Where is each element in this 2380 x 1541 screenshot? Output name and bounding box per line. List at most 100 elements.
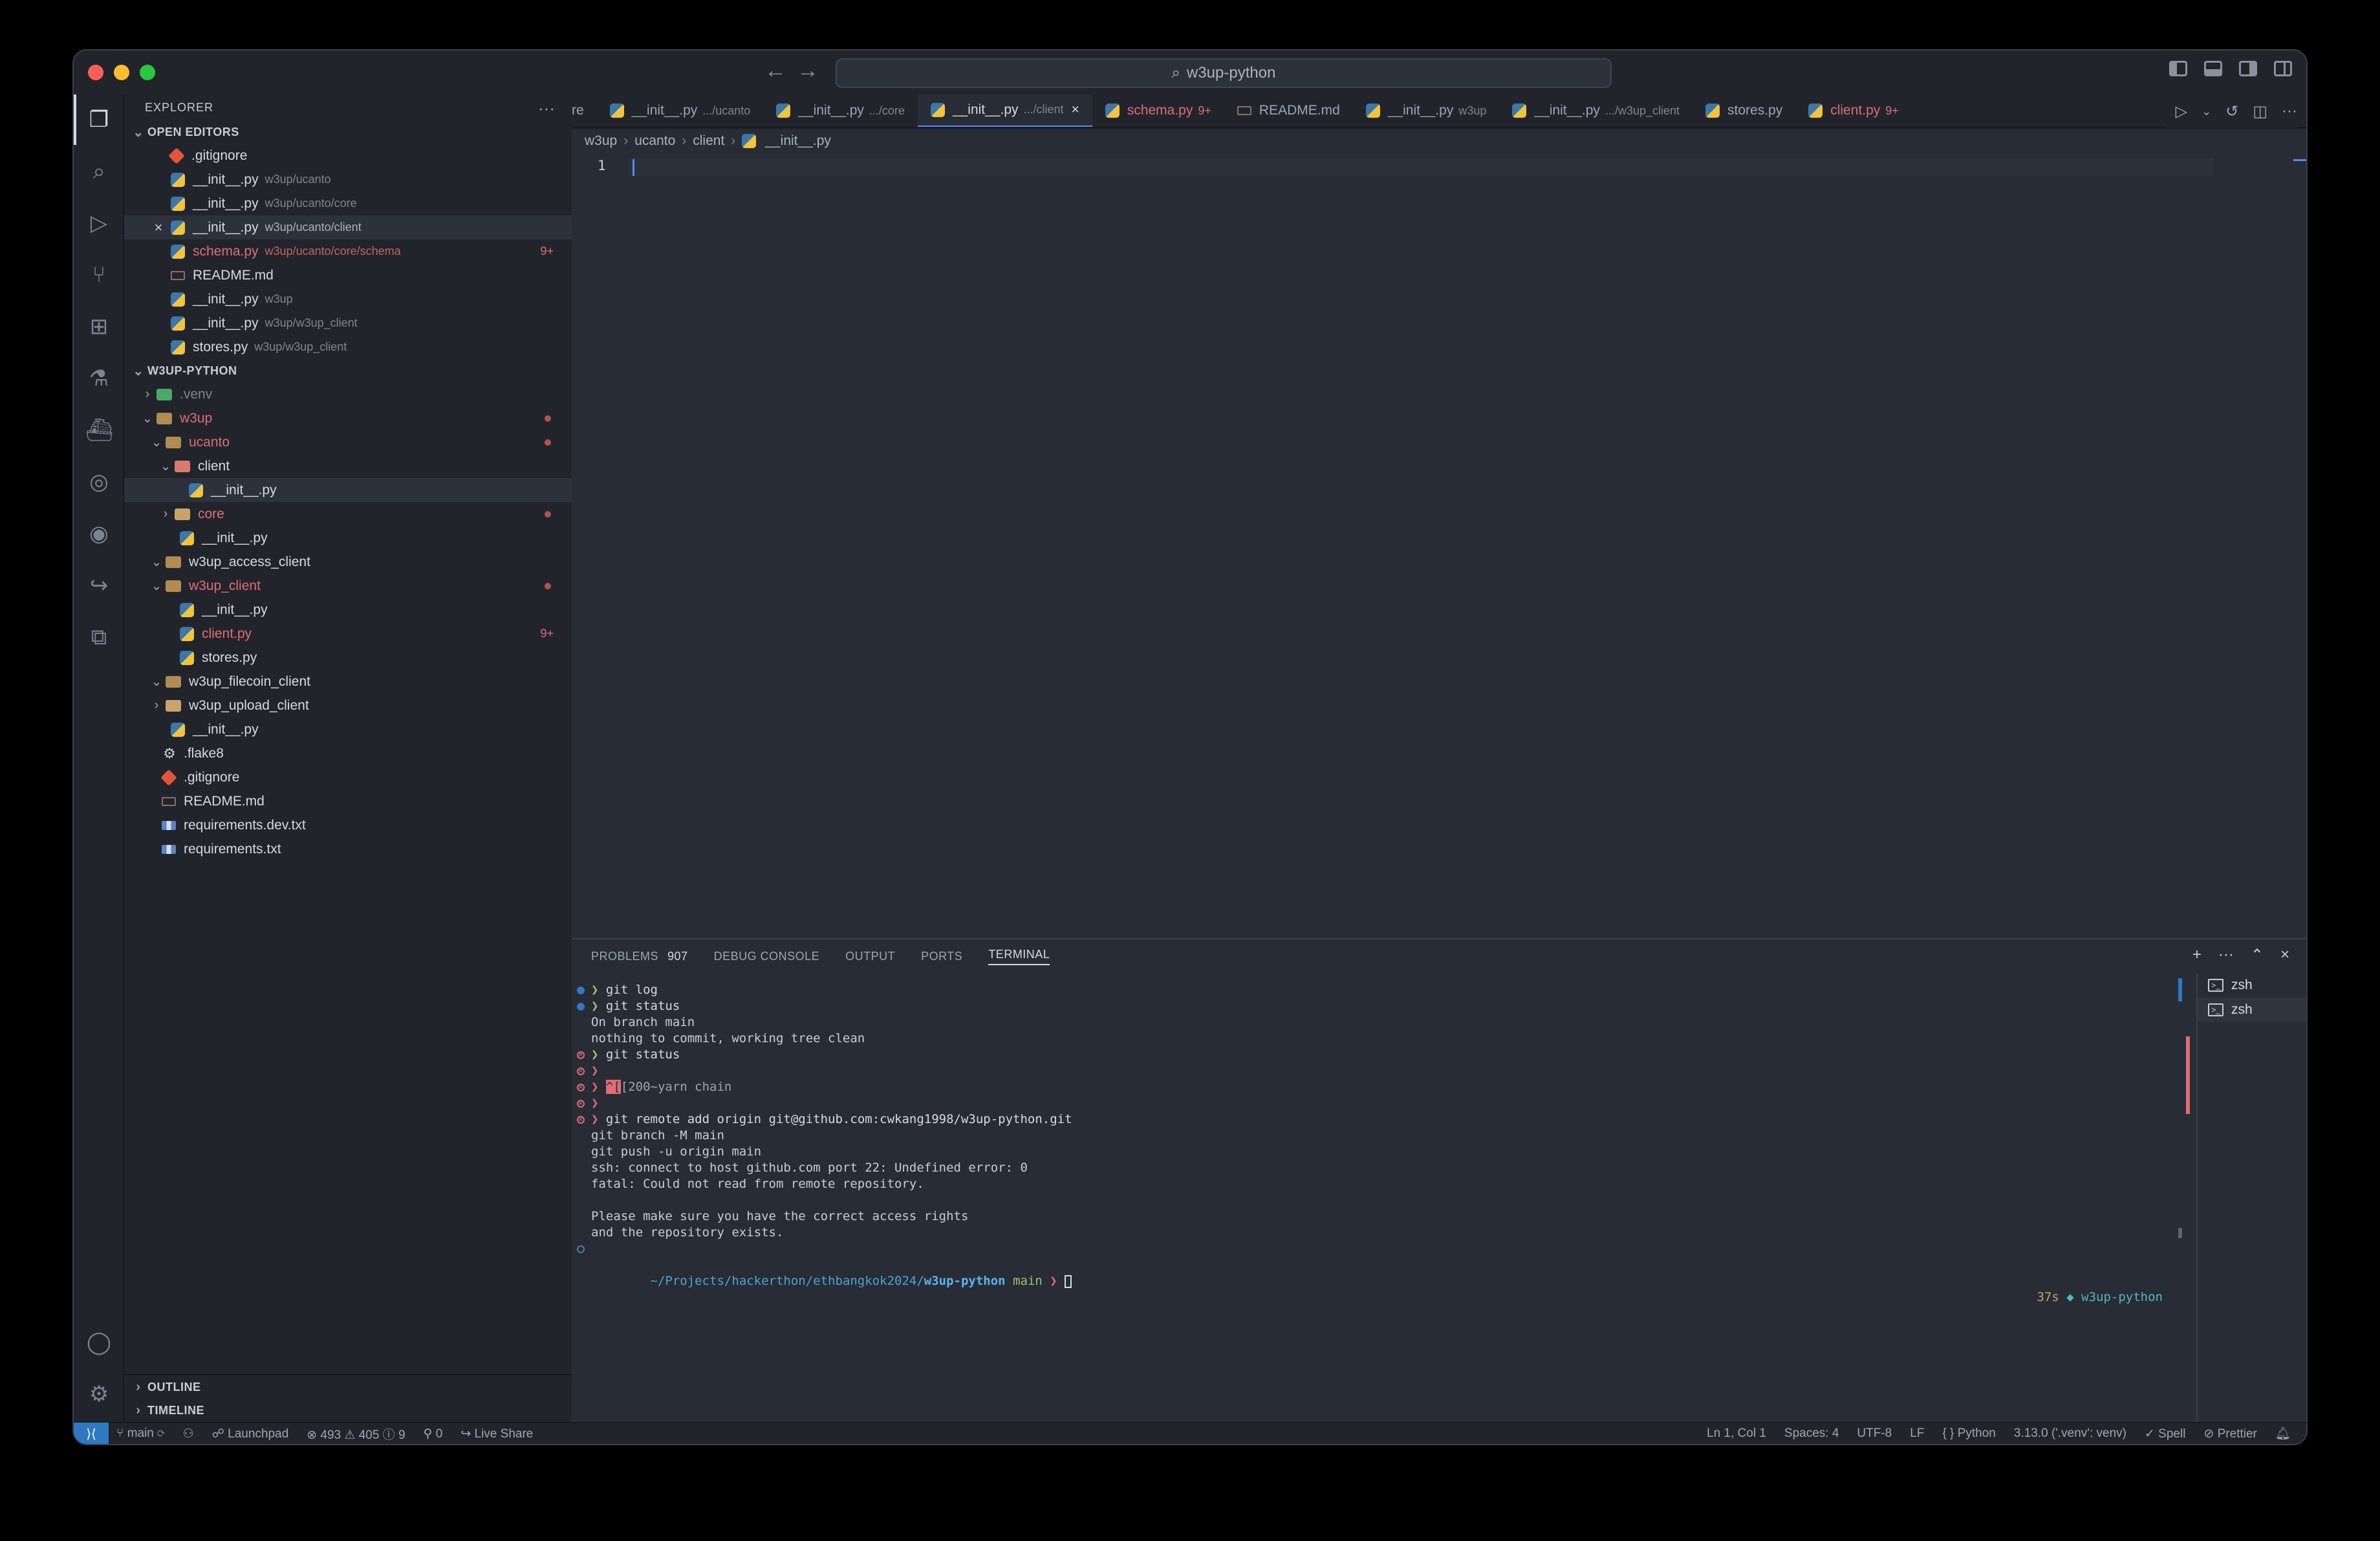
gitlens-icon[interactable]: ◎ bbox=[85, 468, 113, 496]
remote-indicator-icon[interactable]: ⟩⟨ bbox=[74, 1423, 109, 1444]
close-editor-icon[interactable]: × bbox=[150, 219, 167, 236]
git-graph-icon[interactable]: ◉ bbox=[85, 520, 113, 547]
breadcrumb-item[interactable]: ucanto bbox=[634, 133, 675, 149]
terminal-scrollbar[interactable] bbox=[2178, 1228, 2182, 1238]
more-actions-icon[interactable]: ··· bbox=[538, 98, 555, 118]
manage-gear-icon[interactable]: ⚙ bbox=[85, 1381, 113, 1408]
editor-tab-active[interactable]: __init__.py .../client × bbox=[917, 94, 1092, 127]
open-editor-item-active[interactable]: × __init__.py w3up/ucanto/client bbox=[124, 215, 572, 239]
open-editor-item[interactable]: __init__.py w3up bbox=[124, 287, 572, 311]
back-arrow-icon[interactable]: ← bbox=[764, 58, 786, 83]
indentation[interactable]: Spaces: 4 bbox=[1784, 1426, 1839, 1441]
tree-folder-filecoin-client[interactable]: ⌄ w3up_filecoin_client bbox=[124, 670, 572, 694]
close-panel-icon[interactable]: × bbox=[2280, 946, 2289, 965]
outline-header[interactable]: › OUTLINE bbox=[124, 1375, 572, 1399]
spell-status[interactable]: ✓ Spell bbox=[2145, 1426, 2185, 1441]
tree-file-selected[interactable]: __init__.py bbox=[124, 478, 572, 502]
tree-file[interactable]: __init__.py bbox=[124, 598, 572, 622]
tree-folder-ucanto[interactable]: ⌄ ucanto bbox=[124, 430, 572, 454]
tree-folder-client[interactable]: ⌄ client bbox=[124, 454, 572, 478]
tab-output[interactable]: OUTPUT bbox=[845, 950, 895, 963]
tab-debug-console[interactable]: DEBUG CONSOLE bbox=[714, 950, 820, 963]
maximize-panel-icon[interactable]: ⌃ bbox=[2251, 946, 2264, 965]
open-editors-header[interactable]: ⌄ OPEN EDITORS bbox=[124, 120, 572, 144]
notifications-bell-icon[interactable]: 🔔︎ bbox=[2275, 1426, 2291, 1441]
remote-explorer-icon[interactable]: ⧉ bbox=[85, 624, 113, 651]
forward-arrow-icon[interactable]: → bbox=[797, 58, 819, 83]
search-view-icon[interactable]: ⌕ bbox=[85, 158, 113, 185]
open-editor-item[interactable]: __init__.py w3up/w3up_client bbox=[124, 311, 572, 335]
encoding[interactable]: UTF-8 bbox=[1857, 1426, 1892, 1441]
tree-file[interactable]: requirements.dev.txt bbox=[124, 813, 572, 837]
toggle-panel-icon[interactable] bbox=[2204, 61, 2222, 76]
explorer-files-icon[interactable]: ❐ bbox=[85, 106, 113, 133]
toggle-primary-sidebar-icon[interactable] bbox=[2169, 61, 2187, 76]
tab-terminal[interactable]: TERMINAL bbox=[988, 948, 1050, 965]
breadcrumb-item[interactable]: client bbox=[693, 133, 724, 149]
project-header[interactable]: ⌄ W3UP-PYTHON bbox=[124, 359, 572, 382]
editor-tab[interactable]: __init__.py .../w3up_client bbox=[1499, 94, 1693, 127]
open-editor-item[interactable]: __init__.py w3up/ucanto/core bbox=[124, 191, 572, 215]
more-actions-icon[interactable]: ··· bbox=[2282, 102, 2297, 120]
tree-folder-w3up[interactable]: ⌄ w3up bbox=[124, 406, 572, 430]
more-actions-icon[interactable]: ··· bbox=[2218, 946, 2234, 965]
open-editor-item[interactable]: .gitignore bbox=[124, 144, 572, 168]
minimize-window-button[interactable] bbox=[114, 65, 129, 80]
tab-ports[interactable]: PORTS bbox=[921, 950, 962, 963]
live-share-status[interactable]: ↪ Live Share bbox=[460, 1426, 533, 1441]
terminal-instance[interactable]: >_ zsh bbox=[2198, 973, 2306, 998]
python-interpreter[interactable]: 3.13.0 ('.venv': venv) bbox=[2014, 1426, 2126, 1441]
launchpad-status[interactable]: ☍ Launchpad bbox=[212, 1426, 289, 1441]
tree-file[interactable]: __init__.py bbox=[124, 717, 572, 741]
accounts-icon[interactable]: ◯ bbox=[85, 1329, 113, 1356]
sync-icon[interactable]: ⚇ bbox=[183, 1426, 194, 1441]
tree-folder-access-client[interactable]: ⌄ w3up_access_client bbox=[124, 550, 572, 574]
breadcrumb-item[interactable]: __init__.py bbox=[765, 133, 831, 149]
tree-file[interactable]: .gitignore bbox=[124, 765, 572, 789]
open-editor-item[interactable]: stores.py w3up/w3up_client bbox=[124, 335, 572, 359]
open-editor-item[interactable]: README.md bbox=[124, 263, 572, 287]
live-share-icon[interactable]: ↪ bbox=[85, 572, 113, 599]
tree-file[interactable]: __init__.py bbox=[124, 526, 572, 550]
extensions-icon[interactable]: ⊞ bbox=[85, 313, 113, 340]
editor-tab[interactable]: __init__.py .../core bbox=[763, 94, 918, 127]
testing-flask-icon[interactable]: ⚗ bbox=[85, 365, 113, 392]
source-control-icon[interactable]: ⑂ bbox=[85, 261, 113, 289]
tree-file[interactable]: ⚙ .flake8 bbox=[124, 741, 572, 765]
code-editor[interactable]: 1 bbox=[572, 153, 2306, 938]
tree-file[interactable]: README.md bbox=[124, 789, 572, 813]
open-editor-item[interactable]: schema.py w3up/ucanto/core/schema 9+ bbox=[124, 239, 572, 263]
editor-tab[interactable]: __init__.py .../ucanto bbox=[597, 94, 764, 127]
tree-folder-upload-client[interactable]: › w3up_upload_client bbox=[124, 694, 572, 717]
terminal-instance-active[interactable]: >_ zsh bbox=[2198, 998, 2306, 1022]
split-editor-icon[interactable]: ◫ bbox=[2253, 102, 2267, 121]
docker-icon[interactable]: ⛴ bbox=[85, 417, 113, 444]
prettier-status[interactable]: ⊘ Prettier bbox=[2203, 1426, 2256, 1441]
end-of-line[interactable]: LF bbox=[1910, 1426, 1924, 1441]
run-debug-icon[interactable]: ▷ bbox=[85, 210, 113, 237]
timeline-history-icon[interactable]: ↺ bbox=[2225, 102, 2238, 121]
terminal-output[interactable]: ❯ git log ❯ git status On branch main no… bbox=[572, 982, 2163, 1425]
close-window-button[interactable] bbox=[88, 65, 103, 80]
tree-folder-core[interactable]: › core bbox=[124, 502, 572, 526]
editor-tab[interactable]: __init__.py w3up bbox=[1353, 94, 1500, 127]
editor-tab[interactable]: re bbox=[572, 94, 597, 127]
tree-file[interactable]: stores.py bbox=[124, 646, 572, 670]
tree-folder-w3up-client[interactable]: ⌄ w3up_client bbox=[124, 574, 572, 598]
branch-status[interactable]: ⑂ main ⟳ bbox=[116, 1426, 165, 1441]
problems-status[interactable]: ⊗ 493 ⚠ 405 ⓘ 9 bbox=[307, 1425, 405, 1443]
new-terminal-plus-icon[interactable]: + bbox=[2192, 946, 2202, 965]
chevron-down-icon[interactable]: ⌄ bbox=[2202, 105, 2211, 118]
tree-file[interactable]: client.py 9+ bbox=[124, 622, 572, 646]
tree-folder-venv[interactable]: › .venv bbox=[124, 382, 572, 406]
editor-tab[interactable]: client.py 9+ bbox=[1795, 94, 1912, 127]
breadcrumb-item[interactable]: w3up bbox=[585, 133, 617, 149]
language-mode[interactable]: { } Python bbox=[1942, 1426, 1995, 1441]
timeline-header[interactable]: › TIMELINE bbox=[124, 1399, 572, 1422]
close-tab-icon[interactable]: × bbox=[1072, 102, 1079, 118]
open-editor-item[interactable]: __init__.py w3up/ucanto bbox=[124, 168, 572, 191]
editor-tab[interactable]: README.md bbox=[1224, 94, 1353, 127]
tree-file[interactable]: requirements.txt bbox=[124, 837, 572, 861]
command-center-search[interactable]: ⌕ w3up-python bbox=[836, 58, 1612, 88]
cursor-position[interactable]: Ln 1, Col 1 bbox=[1707, 1426, 1766, 1441]
